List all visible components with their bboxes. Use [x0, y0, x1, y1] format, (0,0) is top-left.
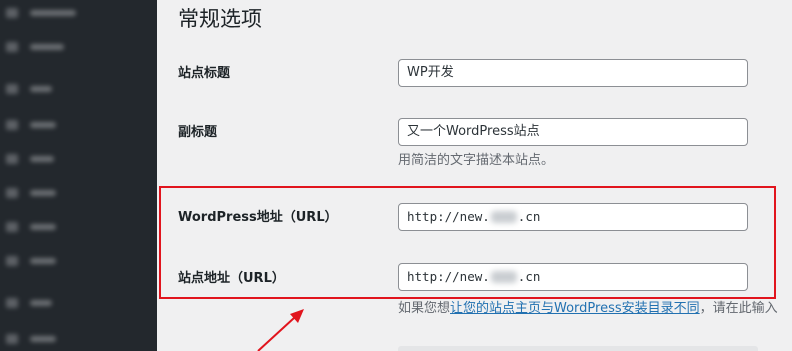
media-icon [6, 120, 18, 130]
description-text: 如果您想 [398, 301, 451, 316]
pin-icon [6, 84, 18, 94]
tagline-description: 用简洁的文字描述本站点。 [398, 153, 555, 168]
tagline-input[interactable]: 又一个WordPress站点 [398, 118, 748, 146]
help-link[interactable]: 让您的站点主页与WordPress安装目录不同 [450, 301, 700, 316]
sidebar-menu-item[interactable] [6, 296, 86, 310]
appearance-icon [6, 222, 18, 232]
menu-icon [6, 42, 18, 52]
wordpress-url-label: WordPress地址（URL） [178, 210, 338, 225]
sidebar-menu-item[interactable] [6, 6, 86, 20]
site-url-label: 站点地址（URL） [178, 271, 285, 286]
redacted-domain [490, 211, 517, 223]
page-icon [6, 154, 18, 164]
sidebar-menu-item[interactable] [6, 40, 86, 54]
sidebar-menu-item[interactable] [6, 220, 86, 234]
comment-icon [6, 188, 18, 198]
url-suffix: .cn [517, 269, 541, 284]
site-url-description: 如果您想让您的站点主页与WordPress安装目录不同，请在此输入 [398, 300, 778, 318]
sidebar-menu-item[interactable] [6, 82, 86, 96]
url-suffix: .cn [517, 209, 541, 224]
tagline-label: 副标题 [178, 125, 218, 140]
sidebar-menu-item[interactable] [6, 332, 86, 346]
redacted-domain [490, 271, 517, 283]
settings-icon [6, 334, 18, 344]
page-title: 常规选项 [178, 7, 262, 31]
menu-icon [6, 8, 18, 18]
plugin-icon [6, 256, 18, 266]
sidebar-menu-item[interactable] [6, 254, 86, 268]
description-text: ，请在此输入 [699, 301, 778, 316]
tools-icon [6, 298, 18, 308]
site-title-label: 站点标题 [178, 66, 231, 81]
sidebar-menu-item[interactable] [6, 118, 86, 132]
url-prefix: http://new. [407, 269, 490, 284]
settings-content: 常规选项 站点标题 WP开发 副标题 又一个WordPress站点 用简洁的文字… [157, 0, 792, 351]
next-field-partial [398, 346, 758, 351]
site-title-input[interactable]: WP开发 [398, 59, 748, 87]
sidebar-menu-item[interactable] [6, 152, 86, 166]
url-prefix: http://new. [407, 209, 490, 224]
screenshot-frame: 常规选项 站点标题 WP开发 副标题 又一个WordPress站点 用简洁的文字… [0, 0, 792, 351]
sidebar-menu-item[interactable] [6, 186, 86, 200]
admin-sidebar [0, 0, 157, 351]
wordpress-url-input[interactable]: http://new. .cn [398, 203, 748, 231]
site-url-input[interactable]: http://new. .cn [398, 263, 748, 291]
